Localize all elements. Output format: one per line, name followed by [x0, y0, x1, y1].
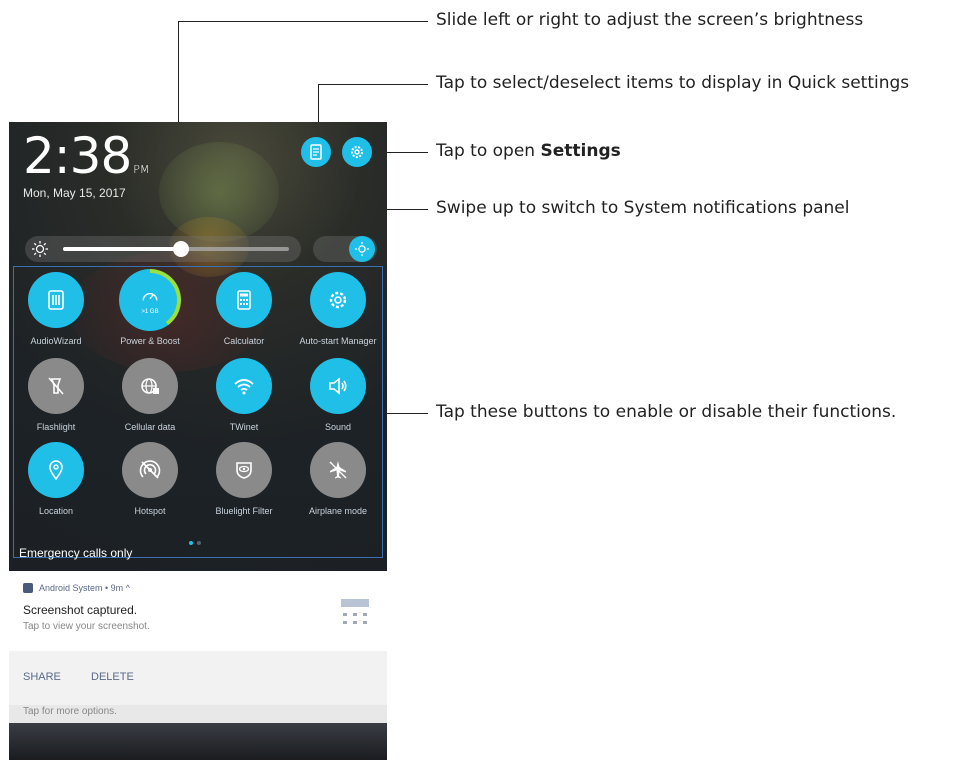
phone-screen: 2:38 PM Mon, May 15, 2017 AudioWizard >1 … [9, 122, 387, 760]
quick-settings-edit-button[interactable] [301, 137, 331, 167]
notification-header: Android System • 9m ^ [23, 583, 130, 593]
brightness-track [181, 247, 289, 251]
qs-tile-label: Location [38, 506, 74, 516]
more-options-hint[interactable]: Tap for more options. [9, 705, 387, 723]
clock: 2:38 PM [23, 128, 149, 184]
qs-tile-label: AudioWizard [30, 336, 82, 346]
brightness-fill [63, 247, 181, 251]
qs-tile-power-boost[interactable]: >1 GB Power & Boost [103, 269, 197, 346]
gear-icon [329, 291, 347, 309]
emergency-calls-text: Emergency calls only [19, 546, 133, 560]
qs-tile-location[interactable]: Location [9, 442, 103, 516]
qs-tile-circle [216, 442, 272, 498]
annotation-settings: Tap to open Settings [436, 141, 621, 161]
qs-tile-label: Cellular data [124, 422, 176, 432]
boost-memory: >1 GB [141, 308, 159, 315]
qs-tile-label: TWinet [229, 422, 259, 432]
qs-tile-hotspot[interactable]: Hotspot [103, 442, 197, 516]
qs-tile-circle [122, 358, 178, 414]
annotation-settings-bold: Settings [540, 141, 621, 161]
date-label: Mon, May 15, 2017 [23, 186, 126, 200]
auto-brightness-knob [349, 236, 375, 262]
gear-icon [351, 146, 363, 158]
notification-card[interactable]: Android System • 9m ^ Screenshot capture… [9, 571, 387, 705]
delete-button[interactable]: DELETE [91, 671, 134, 683]
edit-list-icon [310, 144, 322, 160]
screenshot-thumbnail [341, 599, 369, 624]
annotation-settings-prefix: Tap to open [436, 141, 541, 161]
qs-tile-circle [310, 442, 366, 498]
flashlight-icon [48, 377, 64, 395]
annotation-brightness: Slide left or right to adjust the screen… [436, 10, 864, 30]
qs-tile-circle [122, 442, 178, 498]
notification-subtitle: Tap to view your screenshot. [23, 621, 150, 632]
qs-tile-label: Calculator [223, 336, 265, 346]
qs-tile-wifi[interactable]: TWinet [197, 358, 291, 432]
qs-tile-circle: >1 GB [123, 273, 177, 327]
qs-tile-label: Flashlight [36, 422, 76, 432]
annotation-buttons: Tap these buttons to enable or disable t… [436, 402, 897, 422]
page-dot [197, 541, 201, 545]
settings-button[interactable] [342, 137, 372, 167]
location-pin-icon [49, 460, 63, 481]
qs-tile-circle [310, 272, 366, 328]
brightness-sun-icon [32, 241, 48, 257]
speaker-icon [329, 377, 347, 395]
wifi-icon [234, 379, 254, 395]
brightness-thumb[interactable] [173, 241, 189, 257]
annotation-swipe: Swipe up to switch to System notificatio… [436, 198, 850, 218]
brightness-leader-h [178, 21, 428, 22]
brightness-slider[interactable] [25, 236, 301, 262]
qs-tile-circle [28, 442, 84, 498]
qs-tile-audiowizard[interactable]: AudioWizard [9, 272, 103, 346]
qs-tile-label: Hotspot [134, 506, 166, 516]
qs-tile-bluelight-filter[interactable]: Bluelight Filter [197, 442, 291, 516]
hotspot-icon [139, 460, 161, 479]
speedometer-icon [142, 292, 158, 300]
auto-brightness-toggle[interactable] [313, 236, 377, 262]
bluelight-filter-icon [236, 462, 252, 479]
quick-edit-leader-h [318, 84, 428, 85]
qs-tile-auto-start-manager[interactable]: Auto-start Manager [291, 272, 385, 346]
qs-tile-sound[interactable]: Sound [291, 358, 385, 432]
bottom-shade [9, 723, 387, 760]
image-icon [23, 583, 33, 593]
qs-tile-calculator[interactable]: Calculator [197, 272, 291, 346]
qs-tile-flashlight[interactable]: Flashlight [9, 358, 103, 432]
notification-app: Android System • 9m ^ [39, 583, 130, 593]
qs-tile-circle [28, 358, 84, 414]
notification-actions: SHARE DELETE [9, 651, 387, 705]
airplane-icon [329, 461, 347, 479]
qs-tile-label: Power & Boost [120, 336, 180, 346]
qs-tile-circle [28, 272, 84, 328]
auto-brightness-icon [354, 241, 370, 257]
qs-tile-circle [216, 272, 272, 328]
qs-tile-cellular-data[interactable]: Cellular data [103, 358, 197, 432]
more-options-text: Tap for more options. [23, 706, 117, 717]
page-indicator [187, 532, 203, 550]
qs-tile-label: Bluelight Filter [215, 506, 273, 516]
qs-tile-label: Auto-start Manager [299, 336, 377, 346]
equalizer-icon [48, 290, 64, 310]
qs-tile-circle [310, 358, 366, 414]
qs-tile-airplane-mode[interactable]: Airplane mode [291, 442, 385, 516]
annotation-quick-edit: Tap to select/deselect items to display … [436, 73, 910, 93]
cellular-data-icon [141, 378, 159, 394]
page-dot-active [189, 541, 193, 545]
share-button[interactable]: SHARE [23, 671, 61, 683]
qs-tile-label: Sound [324, 422, 352, 432]
qs-tile-circle [216, 358, 272, 414]
calculator-icon [237, 290, 251, 310]
notification-title: Screenshot captured. [23, 603, 138, 617]
clock-ampm: PM [133, 163, 150, 176]
qs-tile-label: Airplane mode [308, 506, 368, 516]
clock-time: 2:38 [23, 127, 132, 185]
